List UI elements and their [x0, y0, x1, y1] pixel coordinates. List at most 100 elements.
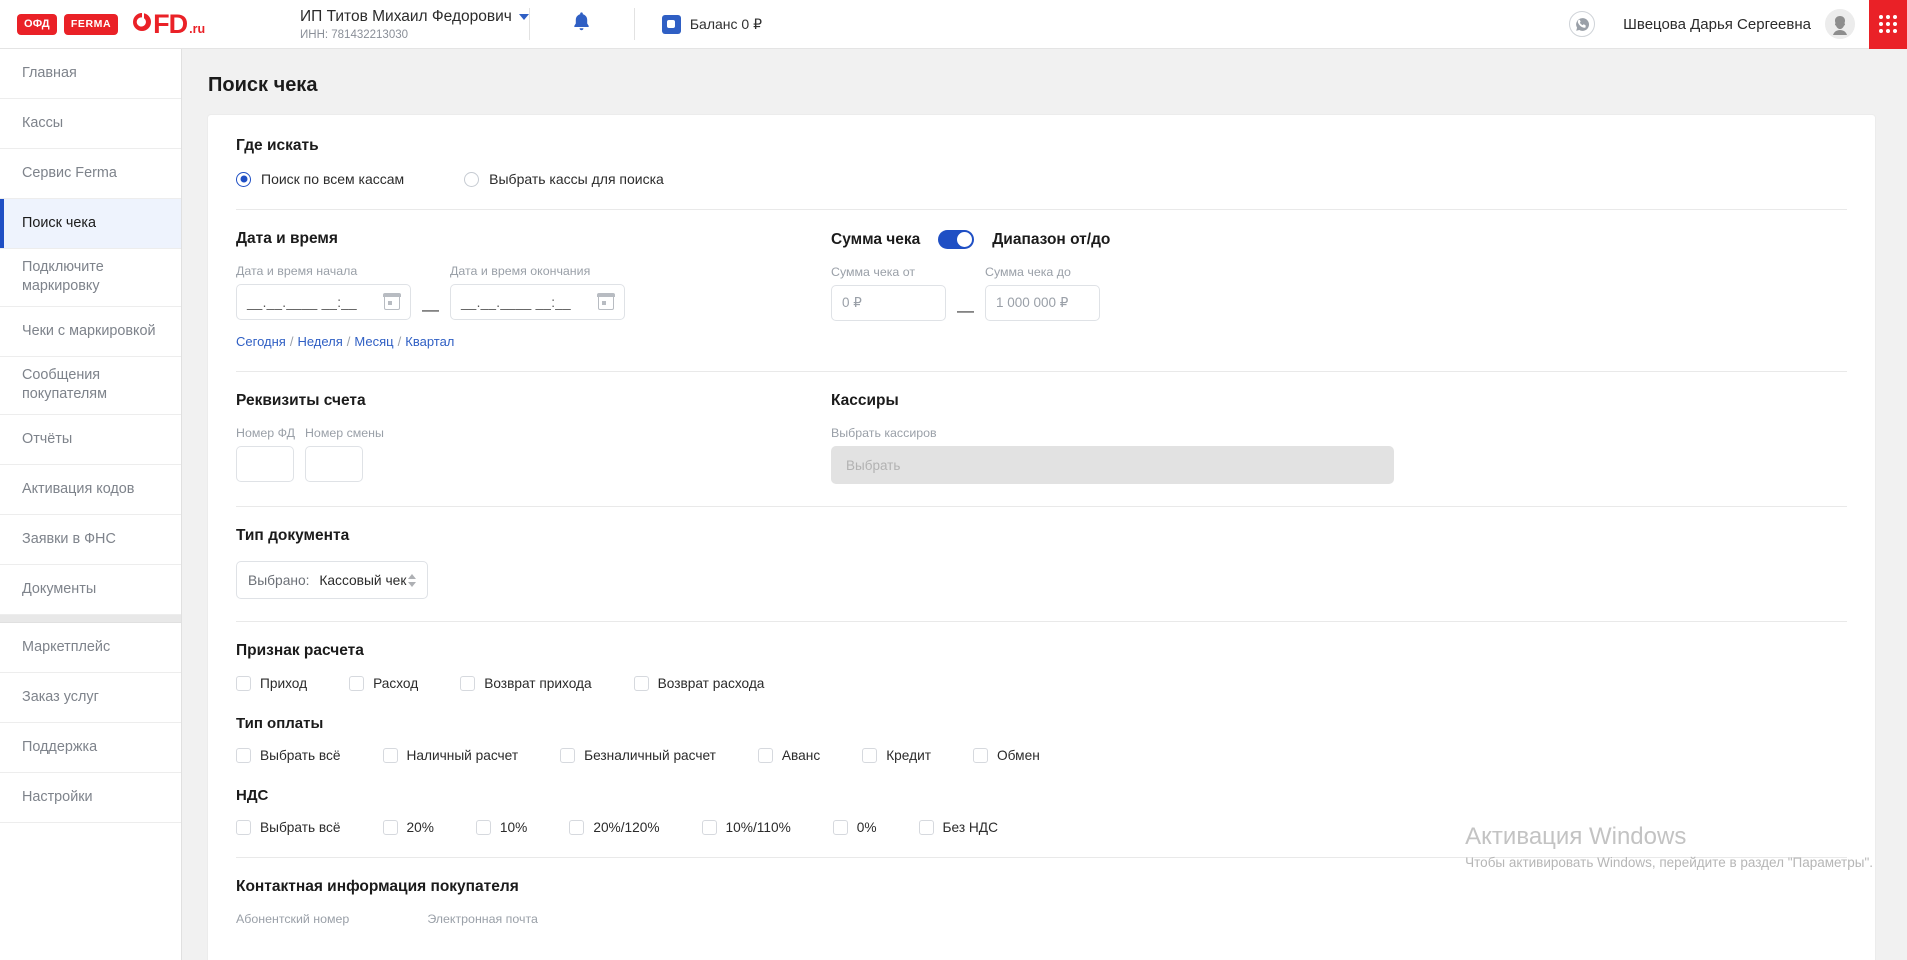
org-name-row[interactable]: ИП Титов Михаил Федорович: [300, 8, 529, 26]
sidebar-item-3[interactable]: Поиск чека: [0, 199, 181, 249]
calendar-icon[interactable]: [383, 293, 401, 310]
requisites-block: Реквизиты счета Номер ФД Номер смены: [236, 392, 831, 484]
contact-email-label: Электронная почта: [427, 912, 538, 926]
cashiers-title: Кассиры: [831, 392, 899, 409]
sidebar-item-2[interactable]: Сервис Ferma: [0, 149, 181, 199]
ofd-badge: ОФД: [17, 13, 57, 35]
sidebar-item-14[interactable]: Настройки: [0, 773, 181, 823]
date-quick-link-0[interactable]: Сегодня: [236, 334, 286, 349]
payment-type-checkbox-3[interactable]: Аванс: [757, 748, 820, 763]
org-name-label: ИП Титов Михаил Федорович: [300, 7, 512, 25]
sum-range-toggle[interactable]: [938, 230, 975, 249]
sidebar-item-12[interactable]: Заказ услуг: [0, 673, 181, 723]
payment-type-checkbox-group: Выбрать всё Наличный расчет Безналичный ра…: [236, 748, 1847, 763]
vat-checkbox-group: Выбрать всё 20% 10% 20%/120% 10%/110% 0% Без Н…: [236, 820, 1847, 835]
date-end-input[interactable]: __.__.____ __:__: [450, 284, 625, 320]
radio-all-registers[interactable]: Поиск по всем кассам: [236, 171, 404, 187]
sum-range-separator: —: [957, 301, 974, 320]
doc-type-prefix: Выбрано:: [248, 572, 310, 588]
vat-checkbox-2[interactable]: 10%: [475, 820, 527, 835]
logo[interactable]: ОФД FERMA FD .ru: [0, 8, 252, 39]
sidebar-item-8[interactable]: Активация кодов: [0, 465, 181, 515]
calc-sign-checkbox-2[interactable]: Возврат прихода: [460, 676, 592, 691]
sidebar-item-label: Поддержка: [22, 738, 98, 755]
datetime-block: Дата и время Дата и время начала __.__._…: [236, 230, 831, 349]
doc-type-select[interactable]: Выбрано: Кассовый чек: [236, 561, 428, 599]
payment-type-checkbox-label: Безналичный расчет: [584, 748, 716, 763]
sidebar-item-13[interactable]: Поддержка: [0, 723, 181, 773]
payment-type-checkbox-0[interactable]: Выбрать всё: [236, 748, 341, 763]
sum-title: Сумма чека: [831, 230, 921, 248]
search-form-card: Где искать Поиск по всем кассам Выбрать …: [208, 115, 1875, 960]
sidebar-item-4[interactable]: Подключите маркировку: [0, 249, 181, 307]
avatar[interactable]: [1825, 9, 1855, 39]
date-start-group: Дата и время начала __.__.____ __:__: [236, 264, 411, 320]
notifications-button[interactable]: [530, 11, 634, 37]
sidebar-item-11[interactable]: Маркетплейс: [0, 623, 181, 673]
balance-button[interactable]: Баланс 0 ₽: [635, 14, 762, 34]
payment-type-checkbox-4[interactable]: Кредит: [862, 748, 931, 763]
sidebar-item-label: Кассы: [22, 114, 64, 131]
sidebar-item-10[interactable]: Документы: [0, 565, 181, 615]
fd-number-group: Номер ФД: [236, 426, 295, 482]
vat-checkbox-5[interactable]: 0%: [832, 820, 877, 835]
calc-sign-checkbox-label: Возврат расхода: [657, 676, 765, 691]
checkbox-icon: [475, 820, 491, 835]
calc-sign-checkbox-label: Расход: [373, 676, 419, 691]
calc-sign-checkbox-0[interactable]: Приход: [236, 676, 307, 691]
sum-to-input[interactable]: 1 000 000 ₽: [985, 285, 1100, 321]
shift-number-input[interactable]: [304, 446, 363, 482]
vat-checkbox-label: 20%/120%: [593, 820, 660, 835]
vat-checkbox-4[interactable]: 10%/110%: [701, 820, 791, 835]
sum-from-group: Сумма чека от 0 ₽: [831, 265, 946, 321]
date-quick-link-2[interactable]: Месяц: [354, 334, 393, 349]
date-quick-link-3[interactable]: Квартал: [405, 334, 454, 349]
top-bar: ОФД FERMA FD .ru ИП Титов Михаил Федоров…: [0, 0, 1907, 49]
sidebar-item-0[interactable]: Главная: [0, 49, 181, 99]
calc-sign-checkbox-3[interactable]: Возврат расхода: [633, 676, 765, 691]
fd-number-input[interactable]: [236, 446, 294, 482]
divider: [236, 371, 1847, 372]
datetime-sum-row: Дата и время Дата и время начала __.__._…: [236, 230, 1847, 349]
sum-toggle-row: Сумма чека Диапазон от/до: [831, 230, 1847, 249]
page-title: Поиск чека: [208, 74, 318, 96]
org-switcher[interactable]: ИП Титов Михаил Федорович ИНН: 781432213…: [252, 8, 529, 41]
vat-checkbox-0[interactable]: Выбрать всё: [236, 820, 341, 835]
ofd-wordmark: FD: [153, 8, 188, 39]
sum-from-input[interactable]: 0 ₽: [831, 285, 946, 321]
payment-type-checkbox-2[interactable]: Безналичный расчет: [560, 748, 716, 763]
sidebar-item-label: Главная: [22, 64, 77, 81]
payment-type-checkbox-label: Кредит: [886, 748, 931, 763]
sidebar-item-6[interactable]: Сообщения покупателям: [0, 357, 181, 415]
calendar-icon[interactable]: [597, 293, 615, 310]
checkbox-icon: [569, 820, 585, 835]
vat-checkbox-1[interactable]: 20%: [382, 820, 434, 835]
payment-type-checkbox-5[interactable]: Обмен: [973, 748, 1040, 763]
sidebar-item-7[interactable]: Отчёты: [0, 415, 181, 465]
checkbox-icon: [973, 748, 988, 763]
sidebar-item-label: Отчёты: [22, 430, 73, 447]
sum-from-value: 0 ₽: [842, 295, 862, 310]
sidebar-item-label: Заказ услуг: [22, 688, 99, 705]
sidebar-item-label: Маркетплейс: [22, 638, 111, 655]
sidebar-item-1[interactable]: Кассы: [0, 99, 181, 149]
whatsapp-icon[interactable]: [1569, 11, 1596, 37]
sidebar-group-divider: [0, 614, 181, 623]
requisites-title: Реквизиты счета: [236, 392, 366, 409]
quick-link-separator: /: [346, 334, 351, 349]
calc-sign-checkbox-1[interactable]: Расход: [349, 676, 418, 691]
vat-checkbox-3[interactable]: 20%/120%: [569, 820, 660, 835]
checkbox-icon: [382, 748, 398, 763]
payment-type-checkbox-1[interactable]: Наличный расчет: [382, 748, 518, 763]
divider: [236, 506, 1847, 507]
date-quick-link-1[interactable]: Неделя: [297, 334, 342, 349]
ferma-badge: FERMA: [63, 13, 119, 35]
vat-checkbox-6[interactable]: Без НДС: [918, 820, 998, 835]
date-start-input[interactable]: __.__.____ __:__: [236, 284, 411, 320]
sidebar-item-5[interactable]: Чеки с маркировкой: [0, 307, 181, 357]
sidebar-item-9[interactable]: Заявки в ФНС: [0, 515, 181, 565]
sum-to-label: Сумма чека до: [985, 265, 1071, 279]
radio-select-registers[interactable]: Выбрать кассы для поиска: [464, 171, 664, 187]
cashiers-select[interactable]: Выбрать: [831, 446, 1394, 484]
apps-grid-button[interactable]: [1869, 0, 1907, 49]
